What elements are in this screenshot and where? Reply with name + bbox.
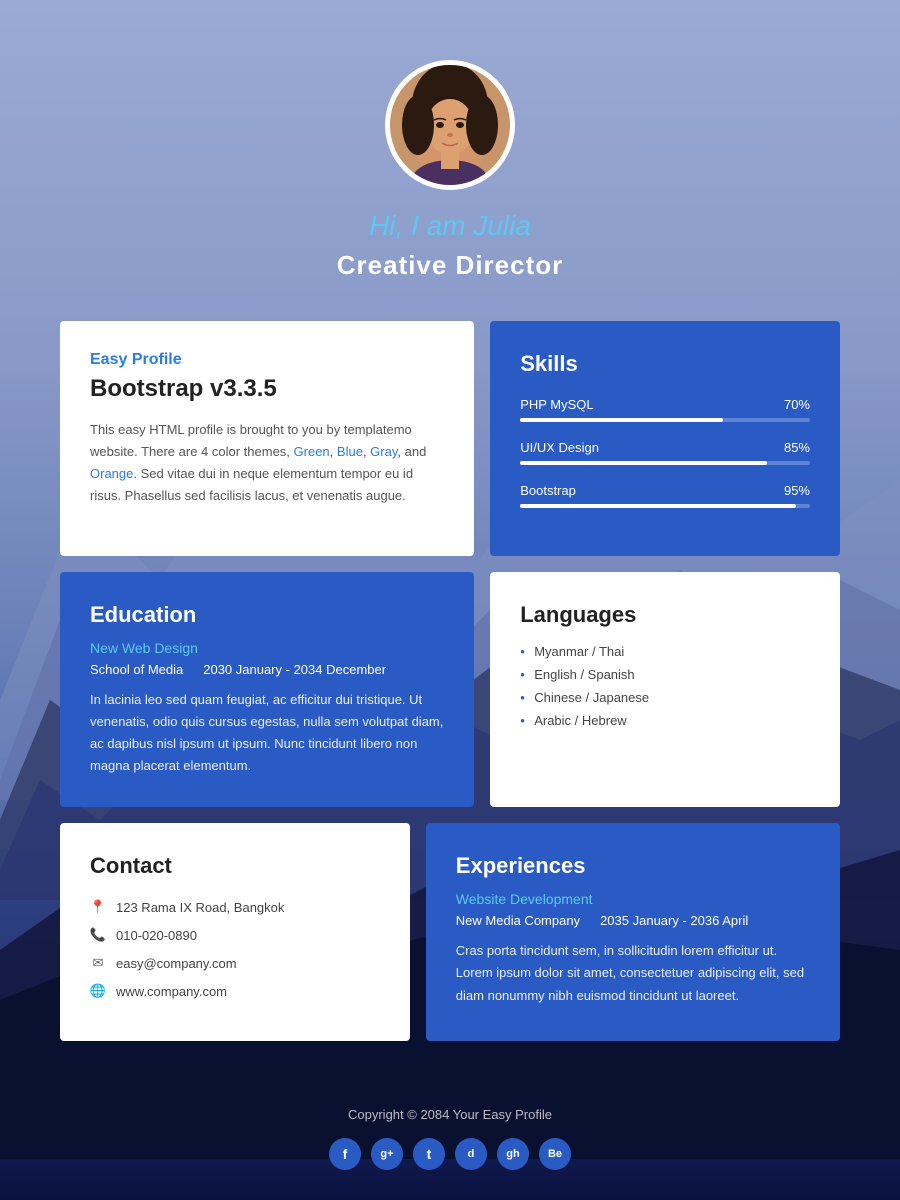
skill-php-bar: [520, 418, 810, 422]
skill-php-percent: 70%: [784, 397, 810, 412]
skill-uiux-bar: [520, 461, 810, 465]
row-2: Education New Web Design School of Media…: [60, 572, 840, 807]
experience-meta: New Media Company 2035 January - 2036 Ap…: [456, 913, 810, 928]
languages-list: Myanmar / Thai English / Spanish Chinese…: [520, 644, 810, 728]
social-dribbble[interactable]: d: [455, 1138, 487, 1170]
hero-greeting: Hi, I am Julia: [20, 210, 880, 242]
about-card: Easy Profile Bootstrap v3.3.5 This easy …: [60, 321, 474, 556]
skill-bootstrap: Bootstrap 95%: [520, 483, 810, 508]
skills-card: Skills PHP MySQL 70% UI/UX Design 85%: [490, 321, 840, 556]
lang-item-3: Chinese / Japanese: [520, 690, 810, 705]
contact-card: Contact 📍 123 Rama IX Road, Bangkok 📞 01…: [60, 823, 410, 1041]
main-grid: Easy Profile Bootstrap v3.3.5 This easy …: [0, 321, 900, 1077]
location-icon: 📍: [90, 899, 106, 915]
link-gray[interactable]: Gray: [370, 444, 397, 459]
hero-title: Creative Director: [20, 250, 880, 281]
social-github[interactable]: gh: [497, 1138, 529, 1170]
education-meta: School of Media 2030 January - 2034 Dece…: [90, 662, 444, 677]
hero-section: Hi, I am Julia Creative Director: [0, 0, 900, 321]
skill-uiux-percent: 85%: [784, 440, 810, 455]
education-subtitle: New Web Design: [90, 640, 444, 656]
contact-email-item: ✉ easy@company.com: [90, 955, 380, 971]
contact-phone: 010-020-0890: [116, 928, 197, 943]
skill-uiux: UI/UX Design 85%: [520, 440, 810, 465]
contact-title: Contact: [90, 853, 380, 879]
skill-bootstrap-percent: 95%: [784, 483, 810, 498]
link-green[interactable]: Green: [294, 444, 330, 459]
skills-title: Skills: [520, 351, 810, 377]
globe-icon: 🌐: [90, 983, 106, 999]
social-icons: f g+ t d gh Be: [20, 1138, 880, 1170]
skill-php-name: PHP MySQL: [520, 397, 593, 412]
education-card: Education New Web Design School of Media…: [60, 572, 474, 807]
contact-address: 123 Rama IX Road, Bangkok: [116, 900, 284, 915]
skill-php: PHP MySQL 70%: [520, 397, 810, 422]
phone-icon: 📞: [90, 927, 106, 943]
education-period: 2030 January - 2034 December: [203, 662, 386, 677]
row-1: Easy Profile Bootstrap v3.3.5 This easy …: [60, 321, 840, 556]
experience-description: Cras porta tincidunt sem, in sollicitudi…: [456, 940, 810, 1006]
education-school: School of Media: [90, 662, 183, 677]
skill-bootstrap-bar: [520, 504, 810, 508]
social-facebook[interactable]: f: [329, 1138, 361, 1170]
contact-phone-item: 📞 010-020-0890: [90, 927, 380, 943]
skill-uiux-name: UI/UX Design: [520, 440, 599, 455]
education-title: Education: [90, 602, 444, 628]
about-description: This easy HTML profile is brought to you…: [90, 419, 444, 507]
about-tag: Easy Profile: [90, 351, 444, 369]
link-orange[interactable]: Orange: [90, 466, 133, 481]
email-icon: ✉: [90, 955, 106, 971]
social-behance[interactable]: Be: [539, 1138, 571, 1170]
avatar-ring: [385, 60, 515, 190]
contact-website: www.company.com: [116, 984, 227, 999]
lang-item-4: Arabic / Hebrew: [520, 713, 810, 728]
experience-card: Experiences Website Development New Medi…: [426, 823, 840, 1041]
experience-company: New Media Company: [456, 913, 580, 928]
link-blue[interactable]: Blue: [337, 444, 363, 459]
footer-copyright: Copyright © 2084 Your Easy Profile: [20, 1107, 880, 1122]
social-google-plus[interactable]: g+: [371, 1138, 403, 1170]
footer: Copyright © 2084 Your Easy Profile f g+ …: [0, 1077, 900, 1200]
languages-card: Languages Myanmar / Thai English / Spani…: [490, 572, 840, 807]
row-3: Contact 📍 123 Rama IX Road, Bangkok 📞 01…: [60, 823, 840, 1041]
skill-bootstrap-name: Bootstrap: [520, 483, 576, 498]
experience-period: 2035 January - 2036 April: [600, 913, 748, 928]
about-title: Bootstrap v3.3.5: [90, 375, 444, 403]
contact-address-item: 📍 123 Rama IX Road, Bangkok: [90, 899, 380, 915]
social-twitter[interactable]: t: [413, 1138, 445, 1170]
experience-subtitle: Website Development: [456, 891, 810, 907]
languages-title: Languages: [520, 602, 810, 628]
experience-title: Experiences: [456, 853, 810, 879]
contact-website-item: 🌐 www.company.com: [90, 983, 380, 999]
lang-item-2: English / Spanish: [520, 667, 810, 682]
lang-item-1: Myanmar / Thai: [520, 644, 810, 659]
avatar-img: [390, 65, 510, 185]
education-description: In lacinia leo sed quam feugiat, ac effi…: [90, 689, 444, 777]
contact-email: easy@company.com: [116, 956, 237, 971]
